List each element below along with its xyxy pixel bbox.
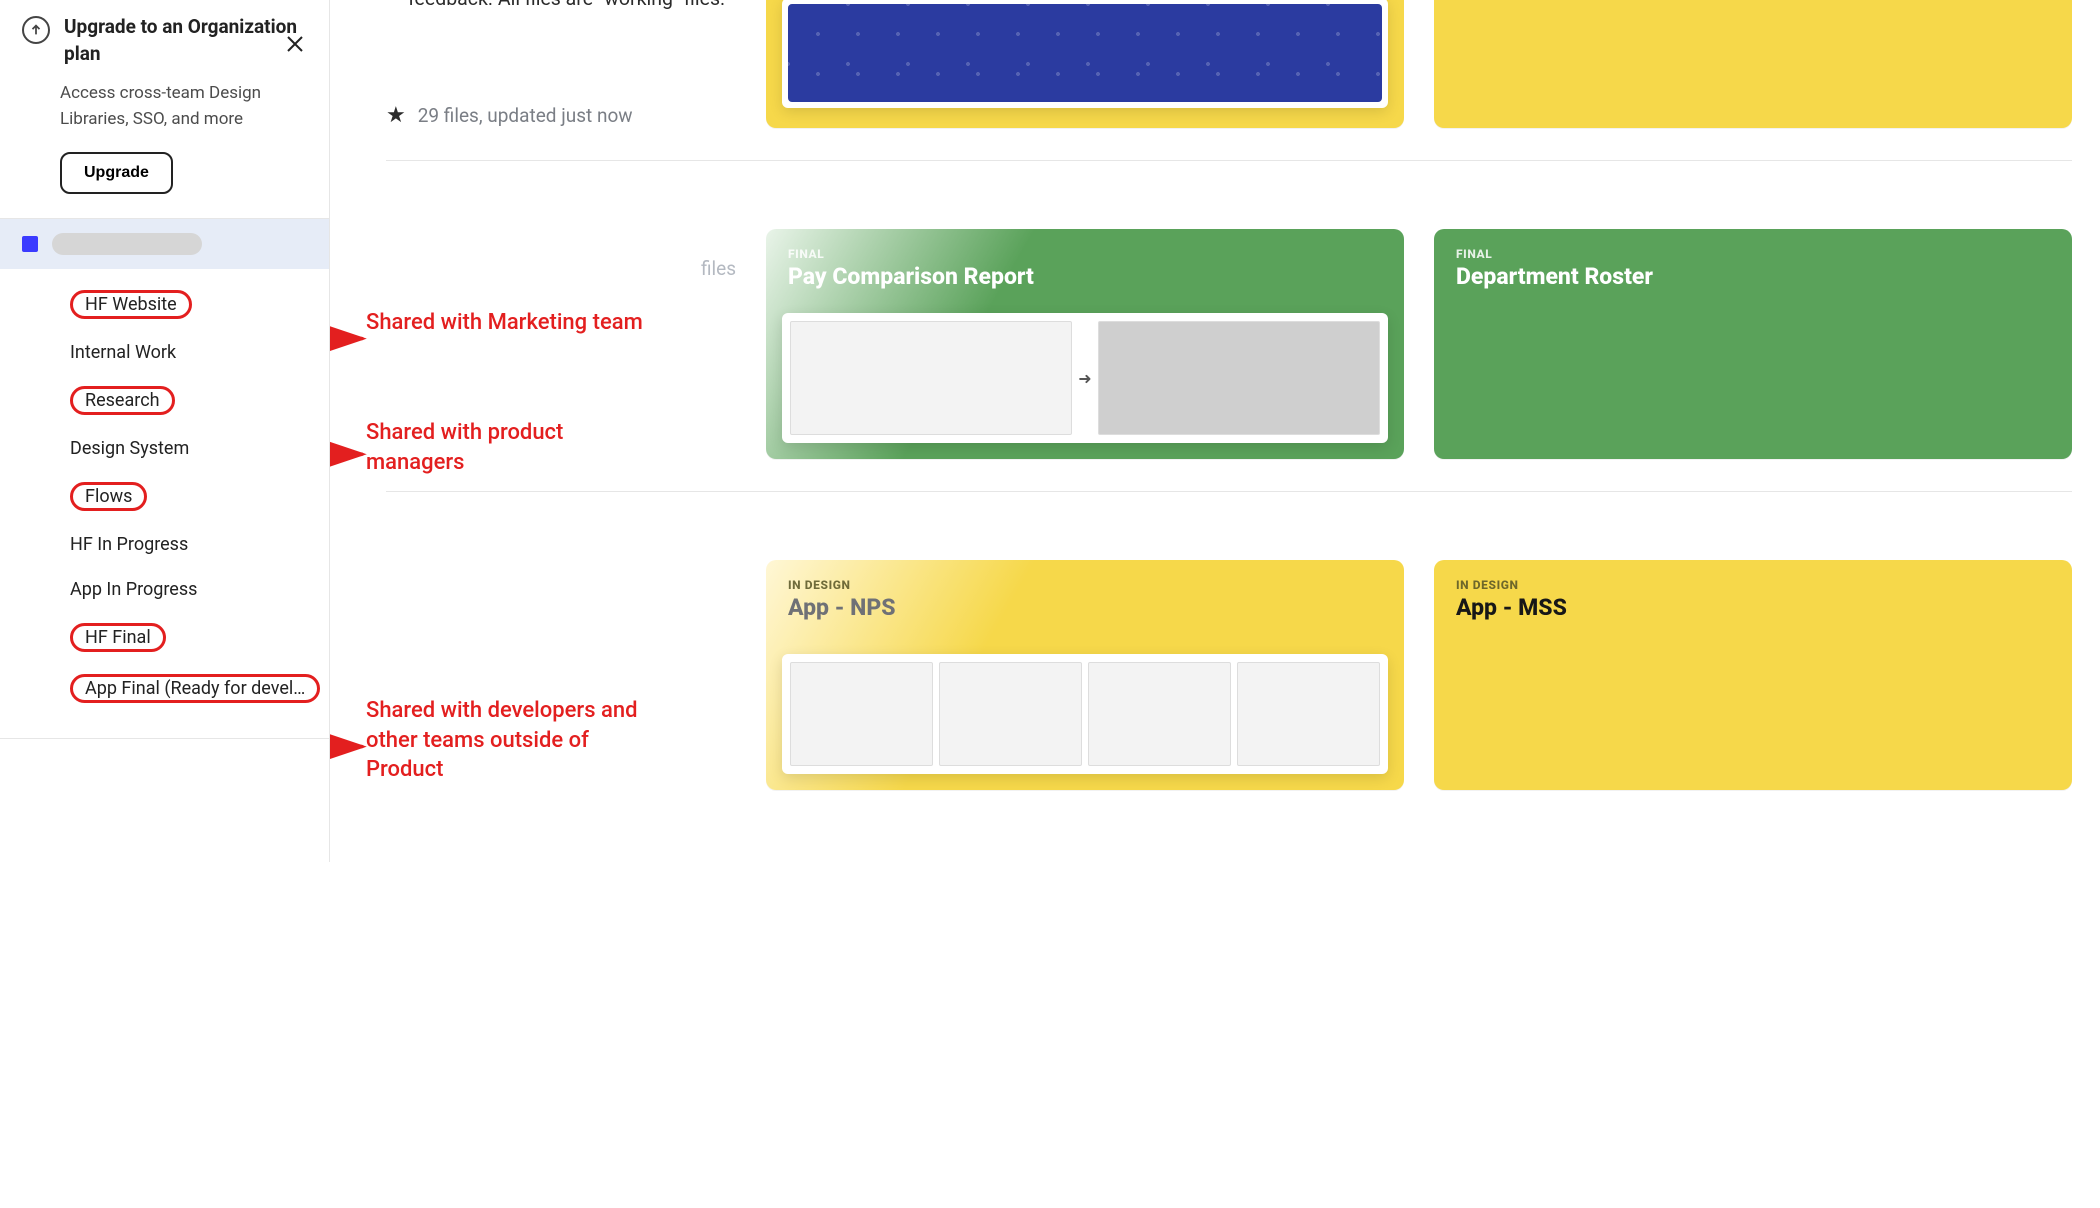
row-left-col: feedback. All files are "working" files.… bbox=[386, 0, 736, 128]
upgrade-title: Upgrade to an Organization plan bbox=[64, 14, 307, 67]
card-row: IN DESIGN App - NPS IN DESIGN App - M bbox=[386, 512, 2072, 822]
close-icon[interactable] bbox=[281, 30, 309, 58]
active-team-row[interactable] bbox=[0, 219, 329, 269]
files-meta-text: 29 files, updated just now bbox=[418, 104, 633, 127]
project-item[interactable]: Internal Work bbox=[0, 330, 329, 375]
card-thumbnail bbox=[782, 654, 1388, 774]
project-label: Research bbox=[70, 386, 175, 415]
project-label: Flows bbox=[70, 482, 147, 511]
card-thumbnail bbox=[782, 0, 1388, 108]
project-item[interactable]: HF Final bbox=[0, 612, 329, 663]
card-overlay: IN DESIGN App - MSS bbox=[1456, 578, 2050, 621]
file-card[interactable]: FINAL Pay Comparison Report ➜ bbox=[766, 229, 1404, 459]
main-pane: feedback. All files are "working" files.… bbox=[330, 0, 2100, 862]
card-overlay: IN DESIGN App - NPS bbox=[788, 578, 1382, 621]
card-title: Department Roster bbox=[1456, 263, 2050, 290]
card-row: feedback. All files are "working" files.… bbox=[386, 0, 2072, 161]
project-label: App Final (Ready for devel… bbox=[70, 674, 320, 703]
card-title: Pay Comparison Report bbox=[788, 263, 1382, 290]
project-label: HF Website bbox=[70, 290, 192, 319]
card-row: files FINAL Pay Comparison Report ➜ bbox=[386, 181, 2072, 492]
team-color-swatch bbox=[22, 236, 38, 252]
divider bbox=[0, 738, 329, 739]
sidebar: Upgrade to an Organization plan Access c… bbox=[0, 0, 330, 862]
files-meta: ★ 29 files, updated just now bbox=[386, 103, 736, 128]
project-item[interactable]: HF Website bbox=[0, 279, 329, 330]
project-item[interactable]: Design System bbox=[0, 426, 329, 471]
section-row-2: files FINAL Pay Comparison Report ➜ bbox=[386, 181, 2072, 492]
row-left-col bbox=[386, 560, 736, 790]
file-card[interactable]: Console bbox=[766, 0, 1404, 128]
project-label: HF In Progress bbox=[70, 534, 188, 555]
cards: Console bbox=[766, 28, 2072, 128]
section-row-1: feedback. All files are "working" files.… bbox=[386, 0, 2072, 161]
files-hint: files bbox=[701, 257, 736, 280]
file-card[interactable] bbox=[1434, 0, 2072, 128]
card-title: App - NPS bbox=[788, 594, 1382, 621]
team-name-placeholder bbox=[52, 233, 202, 255]
cards: FINAL Pay Comparison Report ➜ bbox=[766, 229, 2072, 459]
card-title: App - MSS bbox=[1456, 594, 2050, 621]
file-card[interactable]: IN DESIGN App - NPS bbox=[766, 560, 1404, 790]
description-line: feedback. All files are "working" files. bbox=[408, 0, 736, 13]
cards: IN DESIGN App - NPS IN DESIGN App - M bbox=[766, 560, 2072, 790]
project-item[interactable]: Flows bbox=[0, 471, 329, 522]
project-item[interactable]: App Final (Ready for devel… bbox=[0, 663, 329, 714]
project-label: App In Progress bbox=[70, 579, 197, 600]
card-badge: FINAL bbox=[1456, 247, 2050, 261]
upgrade-button[interactable]: Upgrade bbox=[60, 152, 173, 194]
upgrade-banner: Upgrade to an Organization plan Access c… bbox=[0, 14, 329, 218]
card-badge: IN DESIGN bbox=[788, 578, 1382, 592]
upgrade-subtitle: Access cross-team Design Libraries, SSO,… bbox=[60, 81, 307, 132]
project-label: HF Final bbox=[70, 623, 166, 652]
project-item[interactable]: HF In Progress bbox=[0, 522, 329, 567]
file-card[interactable]: IN DESIGN App - MSS bbox=[1434, 560, 2072, 790]
upgrade-head: Upgrade to an Organization plan bbox=[22, 14, 307, 67]
card-badge: FINAL bbox=[788, 247, 1382, 261]
file-card[interactable]: FINAL Department Roster bbox=[1434, 229, 2072, 459]
project-label: Design System bbox=[70, 438, 189, 459]
card-overlay: FINAL Pay Comparison Report bbox=[788, 247, 1382, 290]
project-item[interactable]: App In Progress bbox=[0, 567, 329, 612]
app-root: Upgrade to an Organization plan Access c… bbox=[0, 0, 2100, 862]
project-item[interactable]: Research bbox=[0, 375, 329, 426]
upgrade-arrow-icon bbox=[22, 16, 50, 44]
row-left-col: files bbox=[386, 229, 736, 459]
card-badge: IN DESIGN bbox=[1456, 578, 2050, 592]
project-list: HF Website Internal Work Research Design… bbox=[0, 269, 329, 738]
star-icon[interactable]: ★ bbox=[386, 103, 406, 128]
section-row-3: IN DESIGN App - NPS IN DESIGN App - M bbox=[386, 512, 2072, 822]
card-thumbnail: ➜ bbox=[782, 313, 1388, 443]
project-label: Internal Work bbox=[70, 342, 176, 363]
card-overlay: FINAL Department Roster bbox=[1456, 247, 2050, 290]
